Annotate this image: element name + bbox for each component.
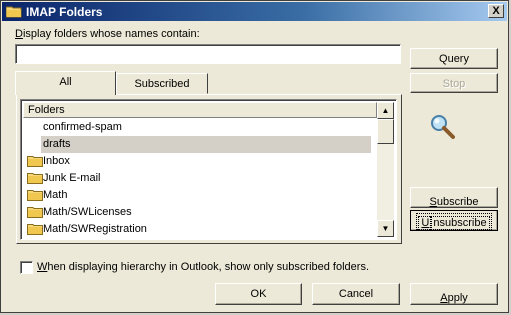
title-bar[interactable]: IMAP Folders X — [2, 2, 507, 21]
tab-all-label: All — [59, 76, 72, 88]
imap-folders-dialog: IMAP Folders X Display folders whose nam… — [0, 0, 509, 313]
subscribe-button[interactable]: Subscribe — [410, 187, 498, 208]
subscribe-button-label: Subscribe — [430, 192, 479, 208]
folder-list-item[interactable]: confirmed-spam — [23, 119, 377, 136]
cancel-button[interactable]: Cancel — [312, 283, 400, 305]
folder-list-item[interactable]: Math/SWRegistration — [23, 221, 377, 238]
close-button[interactable]: X — [488, 4, 504, 18]
search-animation-icon — [431, 115, 455, 139]
window-title: IMAP Folders — [26, 5, 103, 19]
unsubscribe-button[interactable]: Unsubscribe — [410, 210, 498, 231]
arrow-down-icon: ▼ — [381, 224, 390, 233]
folder-list[interactable]: Folders confirmed-spam drafts Inbox Junk E-… — [20, 99, 397, 240]
folder-list-item[interactable]: Math/SWLicenses — [23, 204, 377, 221]
folder-name: Junk E-mail — [43, 172, 101, 184]
query-button[interactable]: Query — [410, 48, 498, 69]
subscribe-accel: S — [429, 196, 437, 208]
search-label-accel: D — [15, 28, 23, 40]
tab-subscribed-label: Subscribed — [134, 78, 190, 90]
checkbox-text: hen displaying hierarchy in Outlook, sho… — [47, 261, 370, 273]
folder-name: Inbox — [43, 155, 70, 167]
column-header-folders[interactable]: Folders — [23, 102, 377, 118]
scroll-thumb[interactable] — [377, 119, 394, 144]
folder-icon — [27, 224, 43, 235]
subscribe-text: ubscribe — [436, 196, 479, 208]
column-header-label: Folders — [28, 104, 65, 116]
tab-all[interactable]: All — [15, 71, 116, 95]
ok-button-label: OK — [250, 288, 267, 300]
stop-button-label: Stop — [442, 78, 466, 90]
checkbox-accel: W — [37, 261, 48, 273]
vertical-scrollbar[interactable]: ▲ ▼ — [377, 102, 394, 237]
folder-icon — [27, 190, 43, 201]
folder-list-item[interactable]: drafts — [23, 136, 377, 153]
ok-button[interactable]: OK — [215, 283, 302, 305]
apply-button-label: Apply — [440, 288, 468, 304]
scroll-down-button[interactable]: ▼ — [377, 220, 394, 237]
folder-search-input[interactable] — [15, 44, 401, 64]
selection-highlight — [41, 136, 371, 153]
folder-name: Math/SWRegistration — [43, 223, 147, 235]
folder-icon — [27, 156, 43, 167]
close-icon: X — [492, 5, 500, 17]
search-label-text: isplay folders whose names contain: — [22, 28, 200, 40]
tab-subscribed[interactable]: Subscribed — [116, 73, 208, 94]
scroll-up-button[interactable]: ▲ — [377, 102, 394, 119]
folder-list-item[interactable]: Math — [23, 187, 377, 204]
cancel-button-label: Cancel — [338, 288, 374, 300]
folder-icon — [27, 207, 43, 218]
unsubscribe-accel: U — [418, 216, 433, 230]
folder-icon — [6, 6, 22, 18]
folder-name: confirmed-spam — [43, 121, 122, 133]
search-label: Display folders whose names contain: — [15, 28, 200, 40]
unsubscribe-text: nsubscribe — [430, 216, 490, 230]
folder-list-item[interactable]: Junk E-mail — [23, 170, 377, 187]
arrow-up-icon: ▲ — [381, 106, 390, 115]
folder-name: drafts — [43, 138, 71, 150]
folder-name: Math — [43, 189, 68, 201]
subscribed-only-checkbox[interactable] — [20, 261, 33, 274]
unsubscribe-button-label: Unsubscribe — [416, 213, 492, 230]
folder-icon — [27, 173, 43, 184]
folder-name: Math/SWLicenses — [43, 206, 132, 218]
query-button-label: Query — [439, 53, 469, 65]
apply-button[interactable]: Apply — [410, 283, 498, 305]
subscribed-only-label[interactable]: When displaying hierarchy in Outlook, sh… — [37, 261, 369, 273]
stop-button[interactable]: Stop — [410, 73, 498, 93]
folder-list-item[interactable]: Inbox — [23, 153, 377, 170]
apply-accel: A — [440, 292, 448, 304]
apply-text: pply — [447, 292, 468, 304]
